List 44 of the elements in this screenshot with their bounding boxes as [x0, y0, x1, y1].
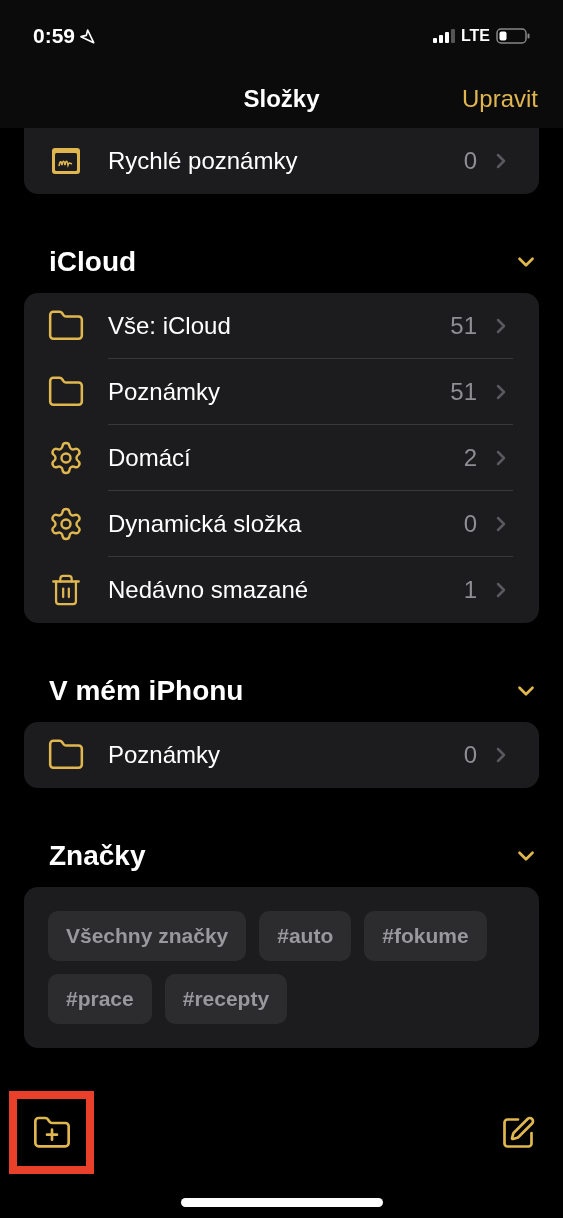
location-icon: [79, 28, 96, 44]
tag-chip[interactable]: #prace: [48, 974, 152, 1024]
folder-name: Rychlé poznámky: [108, 146, 299, 176]
note-count: 0: [463, 740, 477, 770]
section-header[interactable]: V mém iPhonu: [0, 667, 563, 715]
network-label: LTE: [460, 26, 490, 46]
folder-name: Vše: iCloud: [108, 310, 232, 341]
folder-name: Poznámky: [108, 740, 222, 770]
note-count: 51: [450, 310, 477, 341]
tag-chip[interactable]: #recepty: [164, 974, 288, 1024]
section-title: iCloud: [48, 245, 137, 279]
note-count: 0: [463, 508, 477, 539]
status-time: 0:59: [33, 23, 76, 50]
gear-icon: [48, 506, 84, 542]
section-title: Značky: [48, 839, 146, 873]
folder-name: Poznámky: [108, 376, 222, 407]
tag-chip[interactable]: #fokume: [364, 911, 487, 961]
section-header[interactable]: iCloud: [0, 238, 563, 286]
tag-chip[interactable]: Všechny značky: [48, 911, 247, 961]
folder-row[interactable]: Dynamická složka 0: [24, 491, 539, 557]
folder-row[interactable]: Poznámky 51: [24, 359, 539, 425]
nav-title: Složky: [243, 84, 320, 114]
gear-icon: [48, 440, 84, 476]
folder-name: Domácí: [108, 442, 192, 473]
folder-name: Dynamická složka: [108, 508, 303, 539]
note-count: 51: [450, 376, 477, 407]
trash-icon: [49, 573, 83, 607]
note-count: 2: [463, 442, 477, 473]
tag-chip[interactable]: #auto: [259, 911, 352, 961]
battery-icon: [496, 28, 530, 44]
note-count: 1: [463, 575, 477, 605]
note-count: 0: [463, 146, 477, 176]
section-title: V mém iPhonu: [48, 674, 244, 708]
folder-row[interactable]: Domácí 2: [24, 425, 539, 491]
edit-button[interactable]: Upravit: [461, 81, 538, 117]
folder-name: Nedávno smazané: [108, 575, 310, 605]
folder-row[interactable]: Nedávno smazané 1: [24, 557, 539, 623]
folder-row[interactable]: Vše: iCloud 51: [24, 293, 539, 359]
folder-row[interactable]: Poznámky 0: [24, 722, 539, 788]
signal-icon: [432, 29, 455, 43]
folder-row[interactable]: Rychlé poznámky 0: [24, 128, 539, 194]
section-header[interactable]: Značky: [0, 832, 563, 880]
quick-note-icon: [51, 146, 81, 176]
compose-icon[interactable]: [500, 1114, 536, 1151]
